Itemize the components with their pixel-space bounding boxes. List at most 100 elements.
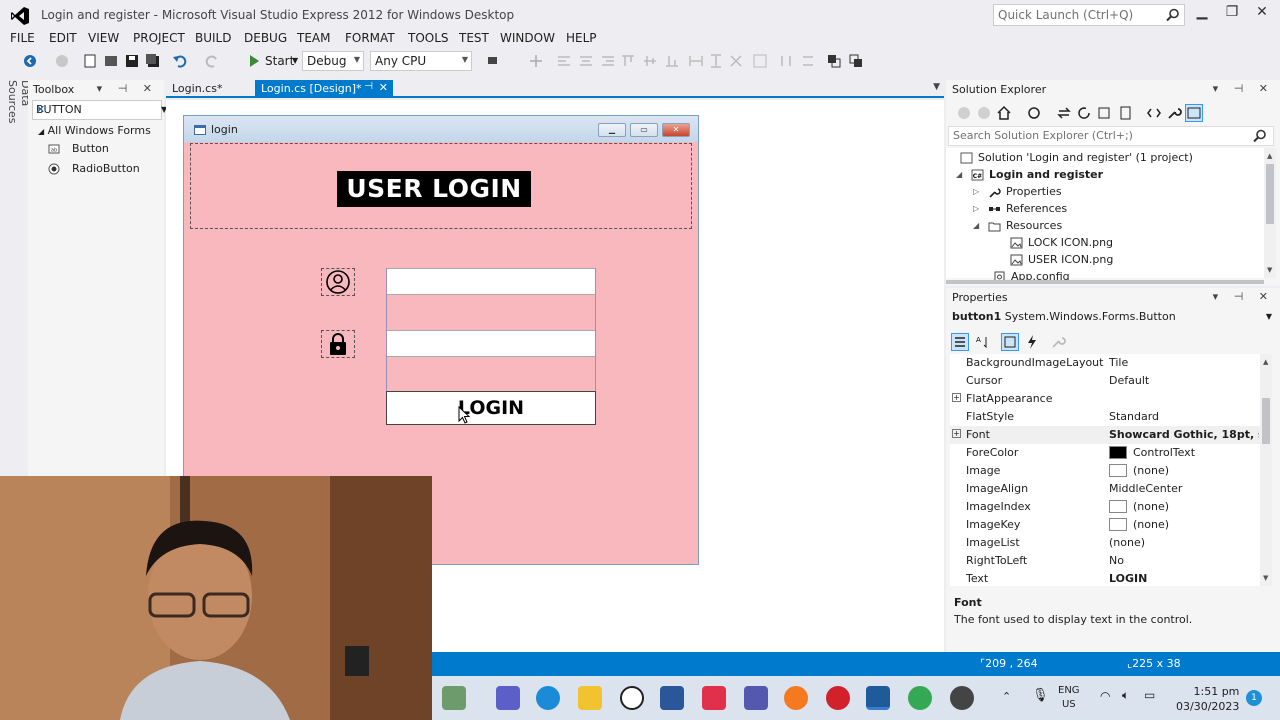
volume-icon[interactable]: 🔈︎ [1122, 688, 1129, 703]
pane-window-controls-icon[interactable]: ▾ ⊣ ✕ [1213, 82, 1274, 95]
input-language-indicator[interactable]: ENG US [1058, 684, 1080, 712]
tree-item-resources[interactable]: ◢ Resources [973, 219, 1062, 232]
header-panel[interactable]: USER LOGIN [190, 143, 692, 229]
file-explorer-icon[interactable] [578, 686, 602, 710]
view-designer-icon[interactable] [1185, 104, 1203, 122]
pin-icon[interactable]: ⊣ [364, 81, 373, 92]
property-row[interactable]: FlatStyle Standard [950, 408, 1260, 426]
quick-launch-input[interactable]: Quick Launch (Ctrl+Q) [993, 4, 1185, 26]
pane-window-controls-icon[interactable]: ▾ ⊣ ✕ [1213, 290, 1274, 303]
login-button[interactable]: LOGIN [386, 391, 596, 425]
taskbar-app-icon[interactable] [442, 686, 466, 710]
menu-window[interactable]: WINDOW [500, 31, 555, 45]
property-value[interactable]: Showcard Gothic, 18pt, style [1109, 428, 1259, 441]
bring-to-front-icon[interactable] [826, 53, 842, 69]
collapse-all-icon[interactable] [1096, 105, 1112, 121]
show-all-files-icon[interactable] [1118, 105, 1134, 121]
tab-login-cs[interactable]: Login.cs* [166, 80, 228, 98]
expanded-triangle-icon[interactable]: ◢ [973, 221, 983, 230]
back-icon[interactable] [956, 105, 972, 121]
property-row[interactable]: ForeColor ControlText [950, 444, 1260, 462]
firefox-browser-icon[interactable] [784, 686, 808, 710]
save-icon[interactable] [124, 53, 140, 69]
toolbox-category-all-windows-forms[interactable]: ◢ All Windows Forms [38, 124, 151, 137]
undo-icon[interactable] [172, 53, 188, 69]
data-sources-side-tab[interactable]: Data Sources [6, 80, 32, 150]
recorder-app-icon[interactable] [702, 686, 726, 710]
solution-explorer-search-input[interactable]: Search Solution Explorer (Ctrl+;) [948, 126, 1274, 146]
tree-item-project[interactable]: ◢ C# Login and register [956, 168, 1103, 181]
tab-login-design[interactable]: Login.cs [Design]* ⊣ ✕ [255, 80, 393, 98]
menu-tools[interactable]: TOOLS [408, 31, 449, 45]
toolbox-item-button[interactable]: ab Button [48, 142, 109, 155]
tree-item-lock-icon-png[interactable]: LOCK ICON.png [1010, 236, 1113, 249]
menu-help[interactable]: HELP [566, 31, 597, 45]
property-row[interactable]: Cursor Default [950, 372, 1260, 390]
navigate-forward-icon[interactable] [54, 53, 70, 69]
solution-explorer-horizontal-scrollbar[interactable] [946, 280, 1264, 284]
form-maximize-button[interactable]: ▭ [630, 123, 658, 137]
battery-icon[interactable]: ▭ [1144, 688, 1155, 702]
property-value[interactable]: ControlText [1109, 446, 1259, 459]
property-row[interactable]: + FlatAppearance [950, 390, 1260, 408]
property-value[interactable]: (none) [1109, 464, 1259, 477]
properties-vertical-scrollbar[interactable]: ▲ ▼ [1260, 354, 1272, 586]
tree-item-references[interactable]: ▷ References [973, 202, 1067, 215]
property-value[interactable]: LOGIN [1109, 572, 1259, 585]
property-value[interactable]: MiddleCenter [1109, 482, 1259, 495]
collapsed-triangle-icon[interactable]: ▷ [973, 204, 983, 213]
property-row[interactable]: ImageAlign MiddleCenter [950, 480, 1260, 498]
menu-debug[interactable]: DEBUG [244, 31, 287, 45]
properties-object-selector[interactable]: button1 System.Windows.Forms.Button ▼ [952, 310, 1274, 328]
property-value[interactable]: Default [1109, 374, 1259, 387]
tree-item-user-icon-png[interactable]: USER ICON.png [1010, 253, 1113, 266]
pane-window-controls-icon[interactable]: ▾ ⊣ ✕ [97, 82, 158, 95]
properties-view-icon[interactable] [1001, 333, 1019, 351]
owl-app-icon[interactable] [620, 686, 644, 710]
menu-file[interactable]: FILE [10, 31, 35, 45]
events-lightning-icon[interactable] [1024, 334, 1040, 350]
property-value[interactable]: Standard [1109, 410, 1259, 423]
find-in-files-icon[interactable] [486, 53, 502, 69]
wifi-icon[interactable]: ◠ [1100, 689, 1110, 703]
align-grid-icon[interactable] [528, 53, 544, 69]
expand-plus-icon[interactable]: + [952, 429, 961, 438]
pending-changes-icon[interactable] [1026, 105, 1042, 121]
property-value[interactable]: (none) [1109, 500, 1259, 513]
view-code-icon[interactable] [1146, 105, 1162, 121]
menu-team[interactable]: TEAM [297, 31, 330, 45]
minimize-button[interactable]: ▁ [1187, 4, 1217, 26]
lock-icon-picturebox[interactable] [321, 330, 355, 358]
new-project-icon[interactable] [82, 53, 98, 69]
send-to-back-icon[interactable] [848, 53, 864, 69]
notification-badge[interactable]: 1 [1246, 690, 1262, 706]
navigate-back-icon[interactable] [22, 53, 38, 69]
edge-browser-icon[interactable] [536, 686, 560, 710]
microphone-icon[interactable]: 🎙︎ [1032, 688, 1049, 703]
user-icon-picturebox[interactable] [321, 268, 355, 296]
property-value[interactable]: Tile [1109, 356, 1259, 369]
property-row[interactable]: Text LOGIN [950, 570, 1260, 588]
user-login-label[interactable]: USER LOGIN [337, 171, 531, 207]
sync-icon[interactable] [1056, 105, 1072, 121]
app-taskbar-icon[interactable] [950, 686, 974, 710]
menu-view[interactable]: VIEW [88, 31, 119, 45]
refresh-icon[interactable] [1076, 105, 1092, 121]
clear-search-icon[interactable]: ✕ [36, 103, 157, 116]
property-value[interactable]: (none) [1109, 536, 1259, 549]
menu-edit[interactable]: EDIT [49, 31, 77, 45]
property-row[interactable]: ImageList (none) [950, 534, 1260, 552]
solution-configuration-select[interactable]: Debug ▼ [302, 51, 364, 71]
start-button-label[interactable]: Start [265, 54, 294, 68]
teams-app-icon[interactable] [744, 686, 768, 710]
zoom-app-icon[interactable] [496, 686, 520, 710]
property-value[interactable]: No [1109, 554, 1259, 567]
clock[interactable]: 1:51 pm 03/30/2023 [1176, 684, 1239, 714]
alphabetical-icon[interactable]: A [974, 334, 990, 350]
menu-project[interactable]: PROJECT [133, 31, 185, 45]
tree-item-solution[interactable]: Solution 'Login and register' (1 project… [960, 151, 1193, 164]
form-minimize-button[interactable]: ▁ [598, 123, 626, 137]
property-row[interactable]: ImageIndex (none) [950, 498, 1260, 516]
solution-explorer-vertical-scrollbar[interactable]: ▲ ▼ [1264, 148, 1276, 278]
property-value[interactable]: (none) [1109, 518, 1259, 531]
